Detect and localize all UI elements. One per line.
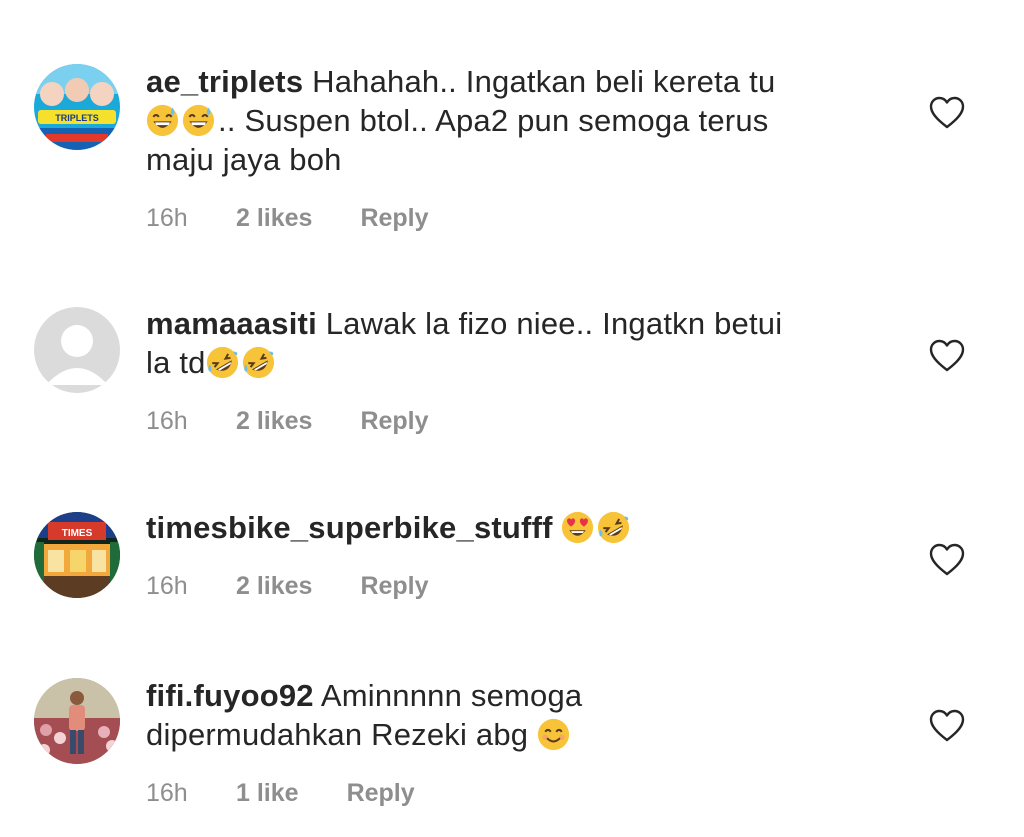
avatar[interactable] (34, 678, 120, 764)
avatar[interactable]: TIMES (34, 512, 120, 598)
comment-meta: 16h 2 likes Reply (146, 203, 886, 233)
comment-text: fifi.fuyoo92 Aminnnnn semoga dipermudahk… (146, 676, 886, 754)
timestamp: 16h (146, 779, 188, 807)
comment-text-part: .. Suspen btol.. Apa2 pun semoga terus (218, 103, 769, 138)
timestamp: 16h (146, 204, 188, 232)
avatar[interactable] (34, 307, 120, 393)
comment-text: mamaaasiti Lawak la fizo niee.. Ingatkn … (146, 304, 886, 382)
username-link[interactable]: fifi.fuyoo92 (146, 678, 314, 713)
comment-text: timesbike_superbike_stufff (146, 508, 886, 547)
reply-button[interactable]: Reply (347, 778, 415, 808)
grinning-sweat-emoji (146, 104, 179, 137)
avatar-sign-text: TIMES (62, 528, 93, 539)
comment-text: ae_triplets Hahahah.. Ingatkan beli kere… (146, 62, 886, 179)
timestamp: 16h (146, 407, 188, 435)
comment-text-part: Aminnnnn semoga (320, 678, 583, 713)
comment-text-part: la td (146, 345, 206, 380)
comment-text-part: maju jaya boh (146, 142, 342, 177)
heart-outline-icon[interactable] (929, 709, 965, 743)
avatar[interactable]: TRIPLETS (34, 64, 120, 150)
reply-button[interactable]: Reply (360, 203, 428, 233)
rolling-laughing-emoji (206, 346, 239, 379)
avatar-logo-text: TRIPLETS (55, 113, 99, 123)
comment-body: ae_triplets Hahahah.. Ingatkan beli kere… (146, 62, 886, 233)
comment-body: fifi.fuyoo92 Aminnnnn semoga dipermudahk… (146, 676, 886, 808)
smiling-emoji (537, 718, 570, 751)
heart-eyes-emoji (561, 511, 594, 544)
heart-outline-icon[interactable] (929, 96, 965, 130)
rolling-laughing-emoji (242, 346, 275, 379)
heart-outline-icon[interactable] (929, 543, 965, 577)
comment-body: mamaaasiti Lawak la fizo niee.. Ingatkn … (146, 304, 886, 436)
likes-count[interactable]: 2 likes (236, 203, 312, 233)
username-link[interactable]: timesbike_superbike_stufff (146, 510, 553, 545)
username-link[interactable]: ae_triplets (146, 64, 303, 99)
heart-outline-icon[interactable] (929, 339, 965, 373)
grinning-sweat-emoji (182, 104, 215, 137)
comment-text-part: dipermudahkan Rezeki abg (146, 717, 529, 752)
likes-count[interactable]: 2 likes (236, 406, 312, 436)
comment-text-part: Lawak la fizo niee.. Ingatkn betui (325, 306, 783, 341)
likes-count[interactable]: 1 like (236, 778, 299, 808)
comment-meta: 16h 2 likes Reply (146, 406, 886, 436)
reply-button[interactable]: Reply (360, 571, 428, 601)
comment-meta: 16h 2 likes Reply (146, 571, 886, 601)
comment-body: timesbike_superbike_stufff 16h 2 likes R… (146, 508, 886, 601)
comment-meta: 16h 1 like Reply (146, 778, 886, 808)
reply-button[interactable]: Reply (360, 406, 428, 436)
comment-list: TRIPLETS ae_triplets Hahahah.. Ingatkan … (0, 0, 1024, 837)
username-link[interactable]: mamaaasiti (146, 306, 317, 341)
timestamp: 16h (146, 572, 188, 600)
comment-text-part: Hahahah.. Ingatkan beli kereta tu (312, 64, 776, 99)
rolling-laughing-emoji (597, 511, 630, 544)
likes-count[interactable]: 2 likes (236, 571, 312, 601)
